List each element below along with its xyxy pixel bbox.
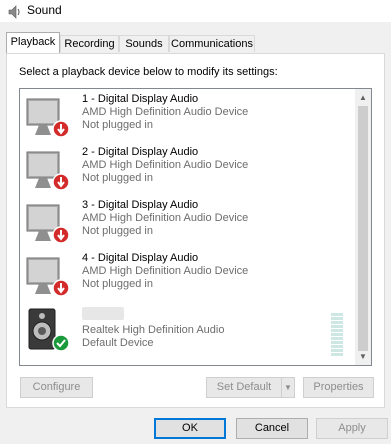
apply-button[interactable]: Apply — [316, 418, 388, 439]
device-driver: AMD High Definition Audio Device — [82, 265, 249, 277]
speaker-icon — [28, 308, 70, 352]
default-check-icon — [52, 334, 70, 352]
device-status: Not plugged in — [82, 119, 153, 131]
volume-level-meter — [331, 313, 343, 360]
configure-button[interactable]: Configure — [20, 377, 93, 398]
speaker-app-icon — [6, 4, 22, 23]
cancel-button[interactable]: Cancel — [236, 418, 308, 439]
list-item[interactable]: 1 - Digital Display Audio AMD High Defin… — [20, 89, 356, 141]
set-default-button[interactable]: Set Default — [206, 377, 282, 398]
monitor-icon — [26, 204, 70, 244]
device-driver: AMD High Definition Audio Device — [82, 106, 249, 118]
device-driver: AMD High Definition Audio Device — [82, 212, 249, 224]
monitor-icon — [26, 98, 70, 138]
window-title: Sound — [27, 3, 62, 17]
playback-panel: Select a playback device below to modify… — [6, 53, 385, 408]
device-name: 2 - Digital Display Audio — [82, 146, 199, 158]
device-status: Not plugged in — [82, 278, 153, 290]
tab-playback[interactable]: Playback — [6, 32, 60, 53]
list-item[interactable]: 3 - Digital Display Audio AMD High Defin… — [20, 195, 356, 247]
device-driver: Realtek High Definition Audio — [82, 324, 225, 336]
scroll-down-arrow-icon[interactable]: ▼ — [355, 348, 371, 365]
list-item[interactable]: 4 - Digital Display Audio AMD High Defin… — [20, 248, 356, 300]
instruction-text: Select a playback device below to modify… — [19, 66, 278, 78]
tab-communications[interactable]: Communications — [169, 35, 255, 52]
monitor-icon — [26, 257, 70, 297]
title-bar: Sound — [0, 0, 391, 22]
ok-button[interactable]: OK — [154, 418, 226, 439]
list-item[interactable]: 2 - Digital Display Audio AMD High Defin… — [20, 142, 356, 194]
device-status: Default Device — [82, 337, 154, 349]
device-status: Not plugged in — [82, 225, 153, 237]
scroll-thumb[interactable] — [358, 106, 368, 351]
device-list: 1 - Digital Display Audio AMD High Defin… — [19, 88, 372, 366]
device-name: 4 - Digital Display Audio — [82, 252, 199, 264]
properties-button[interactable]: Properties — [303, 377, 374, 398]
device-status: Not plugged in — [82, 172, 153, 184]
tab-sounds[interactable]: Sounds — [119, 35, 169, 52]
monitor-icon — [26, 151, 70, 191]
device-name-redacted — [82, 307, 224, 324]
list-item[interactable]: Realtek High Definition Audio Default De… — [20, 303, 356, 355]
device-name: 3 - Digital Display Audio — [82, 199, 199, 211]
vertical-scrollbar[interactable]: ▲ ▼ — [355, 89, 371, 365]
scroll-up-arrow-icon[interactable]: ▲ — [355, 89, 371, 106]
tab-recording[interactable]: Recording — [60, 35, 119, 52]
set-default-dropdown-arrow-icon[interactable]: ▼ — [281, 377, 295, 398]
device-driver: AMD High Definition Audio Device — [82, 159, 249, 171]
device-name: 1 - Digital Display Audio — [82, 93, 199, 105]
